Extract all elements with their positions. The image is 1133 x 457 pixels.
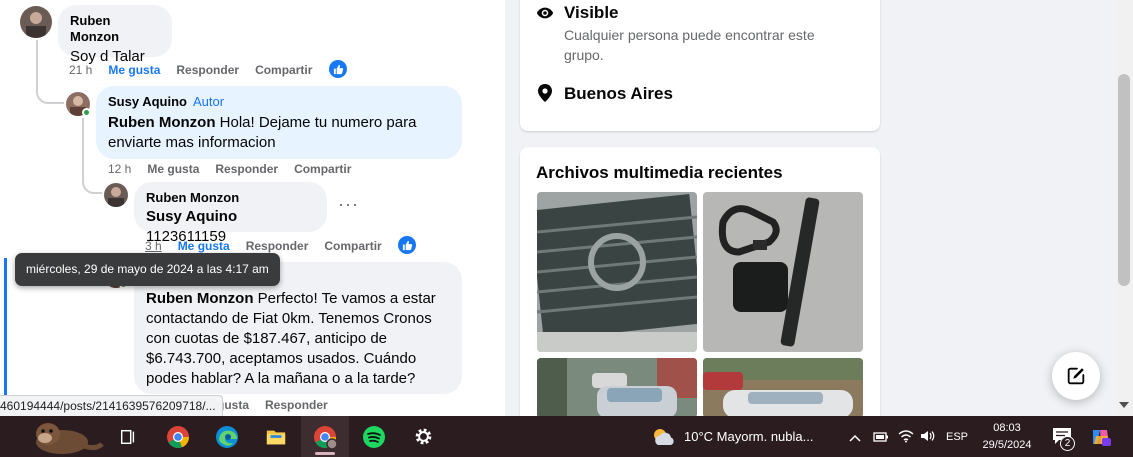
thread-connector	[36, 40, 64, 104]
file-explorer-icon[interactable]	[258, 416, 294, 457]
comment-time[interactable]: 21 h	[69, 63, 92, 77]
share-link[interactable]: Compartir	[294, 162, 351, 176]
settings-gear-icon[interactable]	[404, 416, 442, 457]
eye-icon	[536, 4, 554, 22]
comment-author[interactable]: Ruben Monzon	[70, 13, 160, 45]
status-bar-url: 460194444/posts/2141639576209718/...	[0, 395, 223, 416]
location-text: Buenos Aires	[564, 84, 673, 103]
reply-link[interactable]: Responder	[265, 398, 328, 412]
input-language-indicator[interactable]: ESP	[946, 430, 968, 444]
mention-link[interactable]: Susy Aquino	[146, 208, 237, 225]
comment-actions: 12 h Me gusta Responder Compartir	[108, 162, 367, 176]
reply-link[interactable]: Responder	[246, 239, 309, 253]
windows-taskbar: 10°C Mayorm. nubla... ESP 08:03 29/5/202…	[0, 416, 1133, 457]
more-options-icon[interactable]: ···	[338, 194, 359, 215]
media-thumbnail[interactable]	[703, 358, 863, 418]
location-pin-icon	[538, 84, 552, 102]
visibility-title: Visible	[564, 3, 619, 22]
online-status-icon	[82, 108, 91, 117]
edge-icon[interactable]	[209, 416, 245, 457]
author-badge: Autor	[192, 94, 225, 109]
active-indicator	[315, 452, 335, 455]
focus-indicator	[4, 258, 7, 408]
scroll-down-icon[interactable]	[1119, 402, 1129, 408]
like-reaction-icon[interactable]	[398, 236, 416, 254]
media-thumbnail[interactable]	[537, 192, 697, 352]
clock-time[interactable]: 08:03	[980, 421, 1034, 435]
comment-actions: 21 h Me gusta Responder Compartir	[69, 63, 328, 77]
comment-text: Ruben Monzon Perfecto! Te vamos a estar …	[146, 289, 450, 389]
share-link[interactable]: Compartir	[324, 239, 381, 253]
speaker-icon[interactable]	[919, 429, 935, 448]
comment-time[interactable]: 12 h	[108, 162, 131, 176]
media-thumbnail[interactable]	[703, 192, 863, 352]
comment-text: Ruben Monzon Hola! Dejame tu numero para…	[108, 113, 450, 153]
timestamp-tooltip: miércoles, 29 de mayo de 2024 a las 4:17…	[15, 253, 280, 286]
like-link[interactable]: Me gusta	[108, 63, 160, 77]
page-scrollbar[interactable]	[1115, 0, 1133, 416]
clock-date[interactable]: 29/5/2024	[976, 438, 1038, 452]
new-message-button[interactable]	[1052, 352, 1100, 400]
copilot-icon[interactable]	[1090, 426, 1112, 453]
like-link[interactable]: Me gusta	[147, 162, 199, 176]
comment-author[interactable]: Ruben Monzon	[146, 190, 315, 206]
reply-link[interactable]: Responder	[215, 162, 278, 176]
recent-media-card: Archivos multimedia recientes	[520, 147, 880, 427]
visibility-description: Cualquier persona puede encontrar este g…	[564, 27, 815, 63]
wifi-icon[interactable]	[898, 429, 914, 448]
media-thumbnail[interactable]	[537, 358, 697, 418]
spotify-icon[interactable]	[356, 416, 392, 457]
comment-bubble: Ruben Monzon Soy d Talar	[58, 5, 172, 65]
comments-panel: Ruben Monzon Soy d Talar 21 h Me gusta R…	[0, 0, 505, 416]
recent-media-title: Archivos multimedia recientes	[536, 163, 783, 182]
compose-icon	[1067, 367, 1085, 385]
comment-header: Susy Aquino Autor	[108, 94, 450, 110]
weather-cloud-icon[interactable]	[650, 416, 678, 457]
avatar[interactable]	[20, 6, 52, 38]
reply-link[interactable]: Responder	[176, 63, 239, 77]
comment-bubble: Ruben Monzon Susy Aquino 1123611159	[134, 182, 327, 245]
comment-time[interactable]: 3 h	[145, 239, 162, 253]
chrome-icon[interactable]	[160, 416, 196, 457]
notification-count-badge: 2	[1060, 436, 1075, 451]
mention-link[interactable]: Ruben Monzon	[146, 290, 253, 307]
scrollbar-thumb[interactable]	[1118, 74, 1130, 286]
comment-actions: 3 h Me gusta Responder Compartir	[145, 239, 398, 253]
share-link[interactable]: Compartir	[255, 63, 312, 77]
avatar[interactable]	[104, 183, 128, 207]
like-reaction-icon[interactable]	[329, 60, 347, 78]
battery-icon[interactable]	[873, 430, 889, 448]
widgets-otter-icon[interactable]	[18, 416, 104, 457]
mention-link[interactable]: Ruben Monzon	[108, 114, 215, 131]
like-link[interactable]: Me gusta	[178, 239, 230, 253]
comment-author[interactable]: Susy Aquino	[108, 94, 187, 109]
chevron-up-icon[interactable]	[849, 430, 861, 448]
comment-bubble: Susy Aquino Autor Ruben Monzon Hola! Deja…	[96, 86, 462, 159]
weather-text[interactable]: 10°C Mayorm. nubla...	[684, 429, 813, 444]
group-info-card: Visible Cualquier persona puede encontra…	[520, 0, 880, 131]
task-view-icon[interactable]	[110, 416, 146, 457]
chrome-profile-icon[interactable]	[301, 416, 349, 457]
